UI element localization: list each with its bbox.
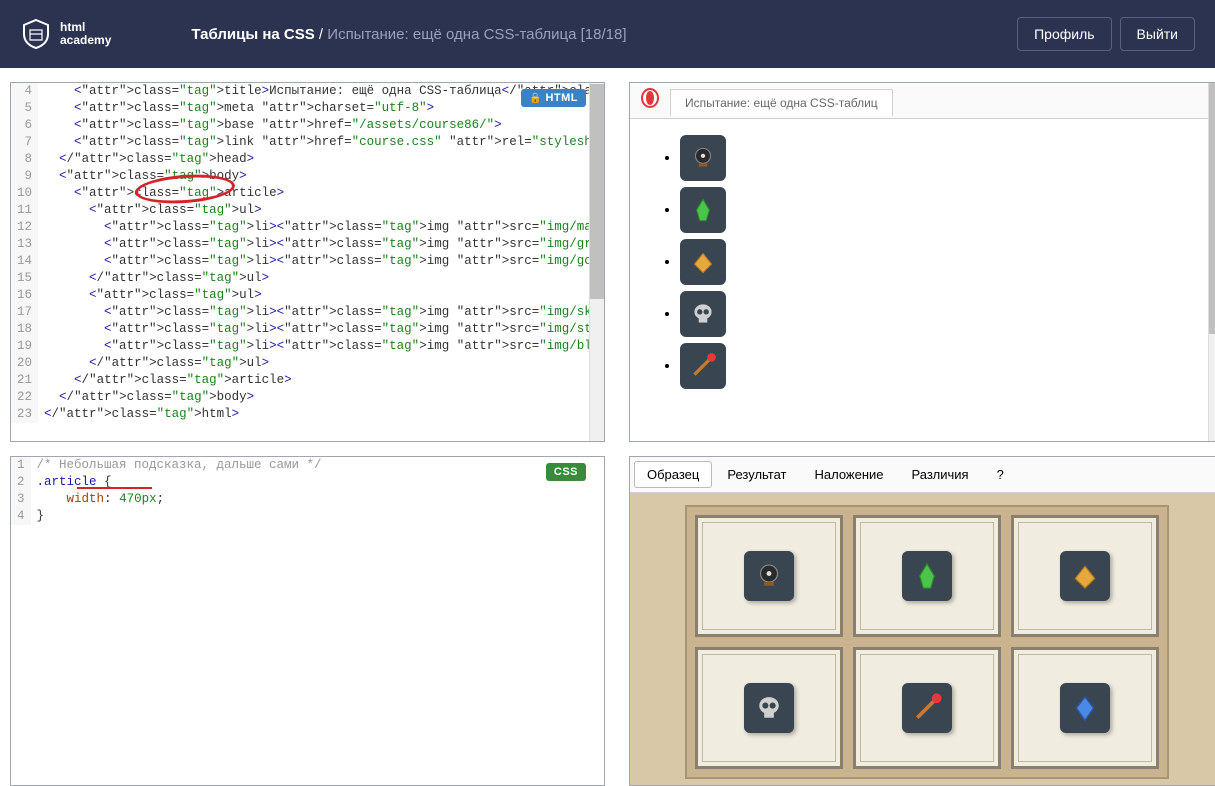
magic-icon: [680, 135, 726, 181]
breadcrumb-sub: Испытание: ещё одна CSS-таблица [18/18]: [327, 26, 626, 43]
logo[interactable]: htmlacademy: [20, 18, 111, 50]
html-badge: HTML: [521, 89, 586, 107]
preview-item: [680, 291, 1203, 337]
grid-cell: [853, 515, 1001, 637]
skull-icon: [680, 291, 726, 337]
preview-item: [680, 135, 1203, 181]
css-editor-panel: CSS 1234 /* Небольшая подсказка, дальше …: [10, 456, 605, 786]
scrollbar-v[interactable]: [1208, 83, 1215, 441]
result-body: [630, 493, 1215, 786]
css-badge: CSS: [546, 463, 586, 481]
grid-cell: [695, 647, 843, 769]
html-editor[interactable]: 4567891011121314151617181920212223 <"att…: [11, 83, 604, 423]
app-header: htmlacademy Таблицы на CSS / Испытание: …: [0, 0, 1215, 68]
stick-icon: [902, 683, 952, 733]
shield-icon: [20, 18, 52, 50]
grid-cell: [695, 515, 843, 637]
result-panel: ОбразецРезультатНаложениеРазличия?: [629, 456, 1215, 786]
result-tabs: ОбразецРезультатНаложениеРазличия?: [630, 457, 1215, 493]
result-tab-1[interactable]: Результат: [714, 461, 799, 488]
css-editor[interactable]: 1234 /* Небольшая подсказка, дальше сами…: [11, 457, 604, 525]
gold-icon: [1060, 551, 1110, 601]
result-grid: [695, 515, 1159, 769]
result-tab-0[interactable]: Образец: [634, 461, 712, 488]
wood-frame: [685, 505, 1169, 779]
crystal-green-icon: [902, 551, 952, 601]
breadcrumb-main: Таблицы на CSS: [191, 26, 314, 43]
magic-icon: [744, 551, 794, 601]
preview-tab[interactable]: Испытание: ещё одна CSS-таблиц: [670, 89, 893, 116]
grid-cell: [853, 647, 1001, 769]
html-gutter: 4567891011121314151617181920212223: [11, 83, 38, 423]
scrollbar-v[interactable]: [589, 83, 604, 441]
preview-tabs: Испытание: ещё одна CSS-таблиц: [630, 83, 1215, 119]
stick-icon: [680, 343, 726, 389]
skull-icon: [744, 683, 794, 733]
logout-button[interactable]: Выйти: [1120, 17, 1195, 51]
preview-list: [650, 135, 1203, 389]
profile-button[interactable]: Профиль: [1017, 17, 1111, 51]
result-tab-4[interactable]: ?: [984, 461, 1017, 488]
grid-cell: [1011, 515, 1159, 637]
crystal-green-icon: [680, 187, 726, 233]
logo-text: htmlacademy: [60, 21, 111, 47]
header-buttons: Профиль Выйти: [1017, 17, 1195, 51]
opera-icon: [640, 88, 660, 113]
preview-item: [680, 239, 1203, 285]
preview-item: [680, 187, 1203, 233]
breadcrumb: Таблицы на CSS / Испытание: ещё одна CSS…: [191, 26, 626, 43]
html-code[interactable]: <"attr">class="tag">title>Испытание: ещё…: [38, 83, 605, 423]
result-tab-2[interactable]: Наложение: [802, 461, 897, 488]
preview-item: [680, 343, 1203, 389]
gold-icon: [680, 239, 726, 285]
css-code[interactable]: /* Небольшая подсказка, дальше сами */.a…: [31, 457, 328, 525]
result-tab-3[interactable]: Различия: [899, 461, 982, 488]
preview-body[interactable]: [630, 119, 1215, 441]
css-gutter: 1234: [11, 457, 31, 525]
crystal-blue-icon: [1060, 683, 1110, 733]
html-editor-panel: HTML 4567891011121314151617181920212223 …: [10, 82, 605, 442]
grid-cell: [1011, 647, 1159, 769]
preview-panel: Испытание: ещё одна CSS-таблиц: [629, 82, 1215, 442]
